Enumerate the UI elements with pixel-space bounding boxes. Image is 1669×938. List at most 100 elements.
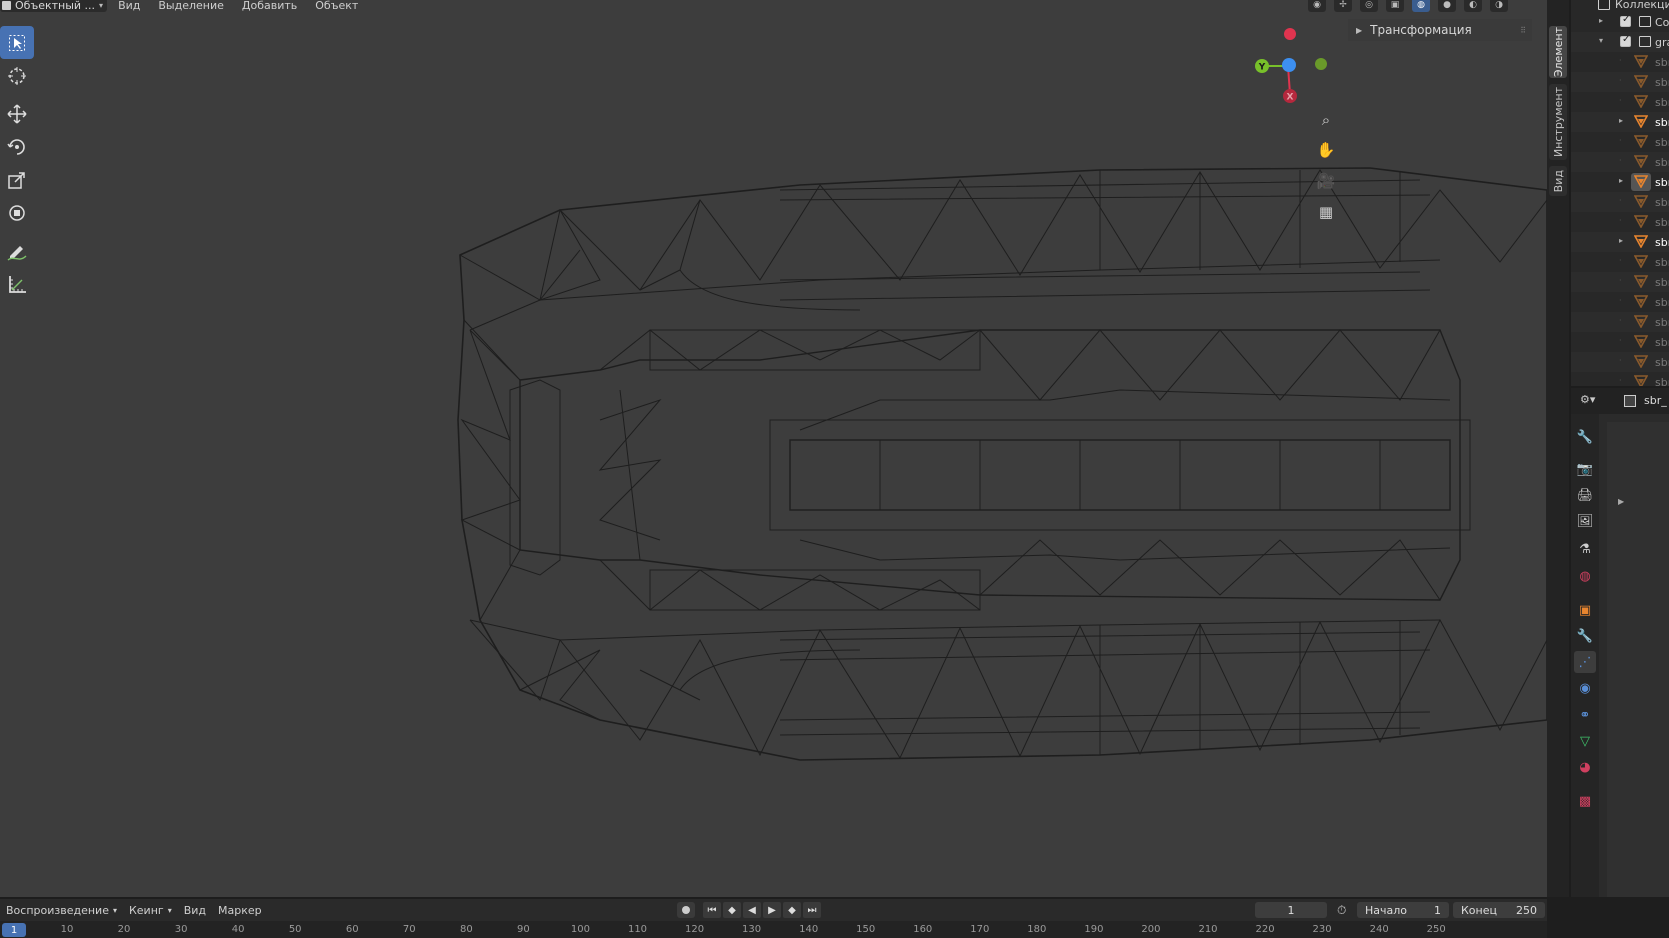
annotate-tool[interactable] [0, 234, 34, 267]
outliner-object-row[interactable]: · sbr [1571, 212, 1669, 232]
view-layer-tab-icon[interactable]: 🖼 [1574, 510, 1596, 532]
pan-button[interactable]: ✋ [1314, 138, 1338, 162]
camera-view-button[interactable]: 🎥 [1314, 169, 1338, 193]
scene-tab-icon[interactable]: ⚗ [1574, 538, 1596, 560]
play-button[interactable]: ▶ [763, 902, 781, 918]
chevron-right-icon[interactable]: ▶ [1618, 497, 1624, 506]
outliner-object-row[interactable]: · sbr [1571, 252, 1669, 272]
keying-menu[interactable]: Кеинг ▾ [123, 904, 178, 917]
prev-keyframe-button[interactable]: ◆ [723, 902, 741, 918]
transform-panel-header[interactable]: ▶ Трансформация ⠿ [1348, 19, 1532, 41]
zoom-button[interactable]: ⌕ [1314, 108, 1338, 132]
menu-add[interactable]: Добавить [235, 0, 304, 11]
outliner-object-row[interactable]: · sbr [1571, 292, 1669, 312]
render-tab-icon[interactable]: 📷 [1574, 458, 1596, 480]
current-frame-field[interactable]: 1 [1255, 902, 1327, 918]
tab-item[interactable]: Элемент [1549, 26, 1567, 78]
overlays-button[interactable]: ◎ [1360, 0, 1378, 12]
stopwatch-icon[interactable]: ⏱ [1337, 903, 1351, 917]
view-menu[interactable]: Вид [178, 904, 212, 917]
modifiers-tab-icon[interactable]: 🔧 [1574, 625, 1596, 647]
xray-toggle-button[interactable]: ▣ [1386, 0, 1404, 12]
expand-toggle-icon[interactable]: ▸ [1599, 16, 1603, 25]
outliner[interactable]: Коллекци▸Co▾gra·sbr·sbr·sbr▸sbr·sbr·sbr▸… [1571, 0, 1669, 386]
expand-toggle-icon[interactable]: ▸ [1619, 116, 1623, 125]
outliner-object-row[interactable]: ▸ sbr [1571, 112, 1669, 132]
outliner-object-row[interactable]: · sbr [1571, 372, 1669, 386]
outliner-object-row[interactable]: · sbr [1571, 332, 1669, 352]
ortho-toggle-button[interactable]: ▦ [1314, 200, 1338, 224]
navigation-gizmo[interactable]: Y X [1250, 22, 1340, 112]
ruler-tick-label: 220 [1255, 924, 1275, 935]
editor-type-dropdown[interactable]: ⚙▾ [1580, 393, 1606, 409]
output-tab-icon[interactable]: 🖨 [1574, 484, 1596, 506]
outliner-collection-row[interactable]: ▸ Co [1571, 12, 1669, 32]
expand-toggle-icon[interactable]: ▸ [1619, 236, 1623, 245]
end-frame-field[interactable]: Конец 250 [1453, 902, 1545, 918]
drag-grip-icon[interactable]: ⠿ [1520, 26, 1526, 35]
gizmo-toggle-button[interactable]: ✢ [1334, 0, 1352, 12]
scale-tool[interactable] [0, 163, 34, 196]
tab-tool[interactable]: Инструмент [1549, 84, 1567, 160]
tool-tab-icon[interactable]: 🔧 [1574, 426, 1596, 448]
expand-toggle-icon[interactable]: ▾ [1599, 36, 1603, 45]
outliner-object-row[interactable]: · sbr [1571, 312, 1669, 332]
outliner-object-row[interactable]: · sbr [1571, 352, 1669, 372]
shading-rendered-button[interactable]: ◑ [1490, 0, 1508, 12]
exclude-checkbox[interactable] [1620, 14, 1631, 27]
world-tab-icon[interactable]: ◍ [1574, 565, 1596, 587]
outliner-object-row[interactable]: ▸ sbr [1571, 172, 1669, 192]
frame-cursor[interactable]: 1 [2, 923, 26, 937]
interaction-mode-dropdown[interactable]: Объектный ... ▾ [0, 0, 108, 12]
record-button[interactable] [677, 902, 695, 918]
jump-end-button[interactable]: ⏭ [803, 902, 821, 918]
object-tab-icon[interactable]: ▣ [1574, 599, 1596, 621]
shading-wireframe-button[interactable]: ◍ [1412, 0, 1430, 12]
ruler-tick-label: 120 [685, 924, 705, 935]
shading-material-button[interactable]: ◐ [1464, 0, 1482, 12]
mesh-icon [1634, 155, 1648, 168]
move-arrows-icon [7, 103, 27, 124]
shading-solid-button[interactable]: ● [1438, 0, 1456, 12]
outliner-object-row[interactable]: · sbr [1571, 92, 1669, 112]
menu-object[interactable]: Объект [308, 0, 365, 11]
menu-select[interactable]: Выделение [151, 0, 231, 11]
material-tab-icon[interactable]: ◕ [1574, 756, 1596, 778]
playback-menu[interactable]: Воспроизведение ▾ [0, 904, 123, 917]
wireframe-model[interactable] [0, 0, 1547, 897]
physics-tab-icon[interactable]: ◉ [1574, 677, 1596, 699]
play-reverse-button[interactable]: ◀ [743, 902, 761, 918]
exclude-checkbox[interactable] [1620, 34, 1631, 47]
outliner-object-row[interactable]: · sbr [1571, 192, 1669, 212]
jump-start-button[interactable]: ⏮ [703, 902, 721, 918]
axis-z-dot[interactable] [1282, 58, 1296, 72]
particles-tab-icon[interactable]: ⋰ [1574, 651, 1596, 673]
expand-toggle-icon[interactable]: ▸ [1619, 176, 1623, 185]
measure-tool[interactable] [0, 267, 34, 300]
axis-neg-y-dot[interactable] [1315, 58, 1327, 70]
texture-tab-icon[interactable]: ▩ [1574, 790, 1596, 812]
next-keyframe-button[interactable]: ◆ [783, 902, 801, 918]
3d-viewport[interactable]: Объектный ... ▾ Вид Выделение Добавить О… [0, 0, 1547, 897]
menu-view[interactable]: Вид [111, 0, 147, 11]
outliner-object-row[interactable]: · sbr [1571, 72, 1669, 92]
move-tool[interactable] [0, 97, 34, 130]
marker-menu[interactable]: Маркер [212, 904, 268, 917]
view-object-types-button[interactable]: ◉ [1308, 0, 1326, 12]
outliner-object-row[interactable]: · sbr [1571, 152, 1669, 172]
transform-tool[interactable] [0, 196, 34, 229]
data-tab-icon[interactable]: ▽ [1574, 730, 1596, 752]
outliner-collection-row[interactable]: ▾ gra [1571, 32, 1669, 52]
axis-neg-x-dot[interactable] [1284, 28, 1296, 40]
outliner-object-row[interactable]: ▸ sbr [1571, 232, 1669, 252]
rotate-tool[interactable] [0, 130, 34, 163]
constraints-tab-icon[interactable]: ⚭ [1574, 704, 1596, 726]
outliner-object-row[interactable]: · sbr [1571, 132, 1669, 152]
start-frame-field[interactable]: Начало 1 [1357, 902, 1449, 918]
outliner-object-row[interactable]: · sbr [1571, 52, 1669, 72]
cursor-tool[interactable] [0, 59, 34, 92]
timeline-ruler[interactable]: 1 10 20 30 40 50 60 70 80 90 100 110 120 130 140 150 16… [0, 921, 1547, 938]
outliner-object-row[interactable]: · sbr [1571, 272, 1669, 292]
tab-view[interactable]: Вид [1549, 166, 1567, 196]
select-box-tool[interactable] [0, 26, 34, 59]
